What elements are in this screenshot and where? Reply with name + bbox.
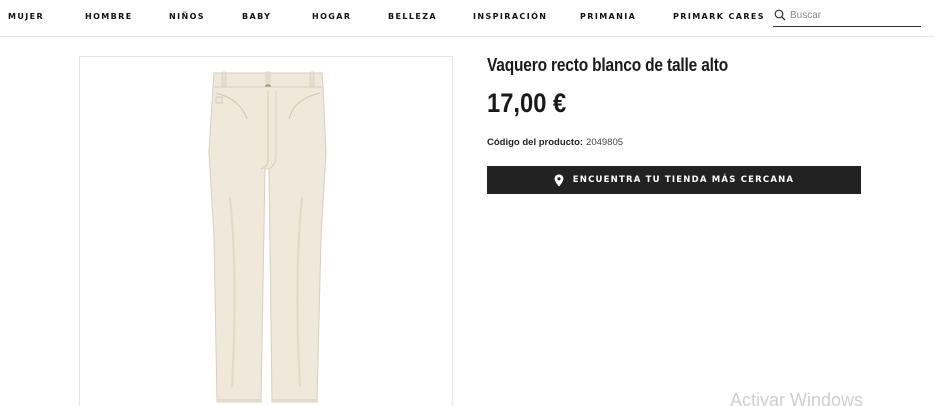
nav-item-belleza[interactable]: BELLEZA xyxy=(388,12,437,21)
nav-item-primania[interactable]: PRIMANIA xyxy=(580,12,636,21)
product-code: Código del producto: 2049805 xyxy=(487,137,623,148)
nav-item-ninos[interactable]: NIÑOS xyxy=(169,12,205,21)
nav-item-inspiracion[interactable]: INSPIRACIÓN xyxy=(473,12,547,21)
search-input[interactable] xyxy=(790,8,918,22)
product-code-value: 2049805 xyxy=(586,137,624,148)
nav-item-primark-cares[interactable]: PRIMARK CARES xyxy=(673,12,765,21)
product-title: Vaquero recto blanco de talle alto xyxy=(487,55,729,75)
search-icon[interactable] xyxy=(774,9,786,21)
find-store-button[interactable]: ENCUENTRA TU TIENDA MÁS CERCANA xyxy=(487,166,861,194)
jeans-image xyxy=(208,71,327,403)
nav-item-baby[interactable]: BABY xyxy=(242,12,271,21)
nav-item-hombre[interactable]: HOMBRE xyxy=(85,12,133,21)
nav-item-mujer[interactable]: MUJER xyxy=(8,12,44,21)
top-navigation: MUJER HOMBRE NIÑOS BABY HOGAR BELLEZA IN… xyxy=(0,0,934,37)
product-image[interactable] xyxy=(79,56,453,406)
find-store-label: ENCUENTRA TU TIENDA MÁS CERCANA xyxy=(572,175,795,185)
windows-activation-watermark: Activar Windows xyxy=(730,390,864,406)
nav-item-hogar[interactable]: HOGAR xyxy=(312,12,351,21)
location-pin-icon xyxy=(554,174,564,186)
product-price: 17,00 € xyxy=(487,88,567,118)
search-box[interactable] xyxy=(773,6,921,27)
product-code-label: Código del producto: xyxy=(487,137,584,148)
